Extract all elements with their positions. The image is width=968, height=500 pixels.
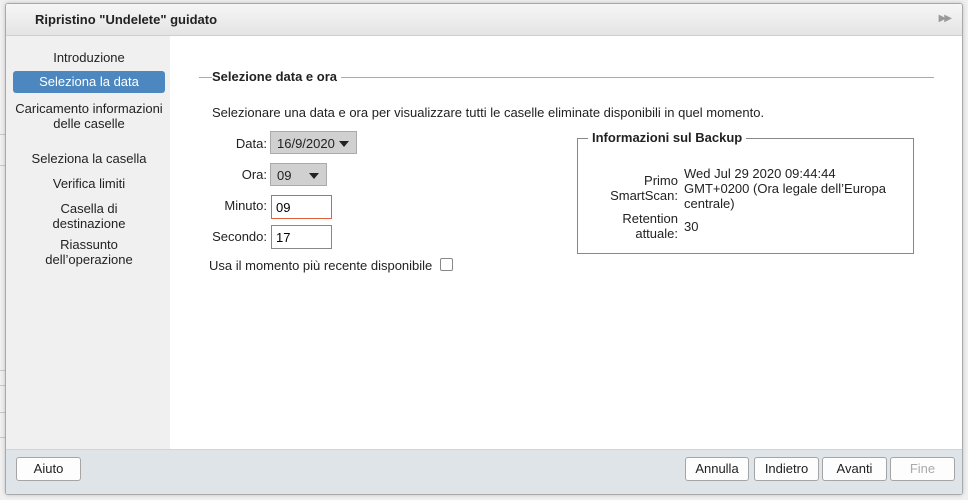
minute-label: Minuto: (224, 198, 267, 213)
section-title: Selezione data e ora (212, 69, 341, 84)
back-button[interactable]: Indietro (754, 457, 819, 481)
step-verifica-limiti[interactable]: Verifica limiti (13, 176, 165, 191)
step-introduzione[interactable]: Introduzione (13, 50, 165, 65)
hour-select[interactable]: 09 (270, 163, 327, 186)
collapse-icon[interactable]: ▶▶ (939, 13, 952, 24)
date-value: 16/9/2020 (277, 136, 335, 151)
window-title: Ripristino "Undelete" guidato (35, 12, 218, 27)
second-input[interactable] (271, 225, 332, 249)
wizard-steps-sidebar: Introduzione Seleziona la data Caricamen… (6, 36, 170, 449)
step-seleziona-casella[interactable]: Seleziona la casella (13, 151, 165, 166)
step-seleziona-data[interactable]: Seleziona la data (13, 71, 165, 93)
footer-bar: Aiuto Annulla Indietro Avanti Fine (6, 449, 962, 494)
step-caricamento-informazioni[interactable]: Caricamento informazioni delle caselle (13, 101, 165, 131)
backup-info-box: Informazioni sul Backup Primo SmartScan:… (577, 130, 914, 254)
chevron-down-icon (339, 141, 349, 147)
intro-text: Selezionare una data e ora per visualizz… (212, 105, 765, 120)
minute-input[interactable] (271, 195, 332, 219)
backup-info-title: Informazioni sul Backup (588, 130, 747, 145)
step-riassunto-operazione[interactable]: Riassunto dell’operazione (13, 237, 165, 267)
second-label: Secondo: (212, 229, 267, 244)
first-scan-label: Primo SmartScan: (610, 173, 678, 203)
first-scan-value: Wed Jul 29 2020 09:44:44 GMT+0200 (Ora l… (684, 166, 886, 211)
latest-time-label: Usa il momento più recente disponibile (209, 258, 433, 273)
main-panel: Selezione data e ora Selezionare una dat… (170, 36, 962, 449)
hour-value: 09 (277, 168, 292, 183)
latest-time-checkbox[interactable] (440, 258, 453, 271)
wizard-dialog: Ripristino "Undelete" guidato ▶▶ Introdu… (5, 3, 963, 495)
date-select[interactable]: 16/9/2020 (270, 131, 357, 154)
title-bar: Ripristino "Undelete" guidato ▶▶ (6, 4, 962, 36)
finish-button[interactable]: Fine (890, 457, 955, 481)
retention-value: 30 (684, 219, 699, 234)
next-button[interactable]: Avanti (822, 457, 887, 481)
hour-label: Ora: (241, 167, 267, 182)
help-button[interactable]: Aiuto (16, 457, 81, 481)
step-casella-destinazione[interactable]: Casella di destinazione (13, 201, 165, 231)
cancel-button[interactable]: Annulla (685, 457, 749, 481)
date-label: Data: (235, 136, 267, 151)
chevron-down-icon (309, 173, 319, 179)
retention-label: Retention attuale: (622, 211, 678, 241)
